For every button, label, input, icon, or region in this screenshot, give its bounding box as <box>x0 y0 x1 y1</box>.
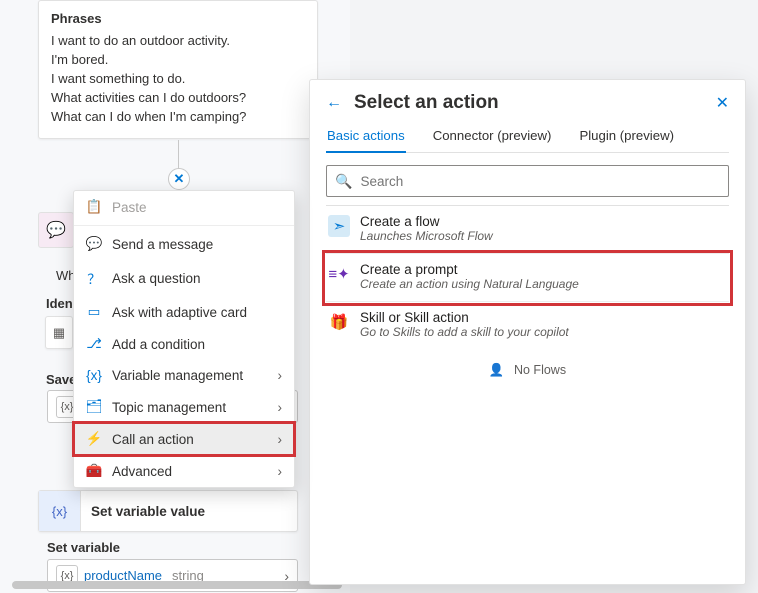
divider <box>74 225 294 226</box>
empty-state: 👤 No Flows <box>326 363 729 378</box>
action-create-prompt[interactable]: ≡✦ Create a prompt Create an action usin… <box>326 254 729 302</box>
menu-label: Add a condition <box>112 337 205 352</box>
phrase-item: I'm bored. <box>51 50 305 69</box>
branch-icon: ⎇ <box>86 336 102 352</box>
set-variable-value-node[interactable]: {x} Set variable value <box>38 490 298 532</box>
topic-icon: 🗂 <box>86 399 102 415</box>
action-create-flow[interactable]: ➣ Create a flow Launches Microsoft Flow <box>326 206 729 254</box>
phrase-item: I want something to do. <box>51 69 305 88</box>
chevron-right-icon: › <box>278 400 283 415</box>
action-list: ➣ Create a flow Launches Microsoft Flow … <box>326 205 729 349</box>
menu-call-an-action[interactable]: ⚡ Call an action › <box>74 423 294 455</box>
chat-icon: 💬 <box>46 220 66 240</box>
entity-selector-stub[interactable]: ▦ <box>45 316 73 349</box>
search-box[interactable]: 🔍 <box>326 165 729 197</box>
search-icon: 🔍 <box>335 173 352 190</box>
action-skill[interactable]: 🎁 Skill or Skill action Go to Skills to … <box>326 302 729 349</box>
phrase-item: What activities can I do outdoors? <box>51 88 305 107</box>
select-action-panel: ← Select an action ✕ Basic actions Conne… <box>309 79 746 585</box>
menu-label: Send a message <box>112 237 213 252</box>
search-input[interactable] <box>360 174 720 189</box>
save-label: Save <box>46 372 76 387</box>
action-subtitle: Go to Skills to add a skill to your copi… <box>360 325 569 339</box>
set-variable-section-label: Set variable <box>47 540 307 555</box>
menu-paste: 📋 Paste <box>74 191 294 223</box>
menu-label: Ask a question <box>112 271 201 286</box>
prompt-icon: ≡✦ <box>328 263 350 285</box>
question-icon: ？ <box>86 268 102 288</box>
menu-variable-management[interactable]: {x} Variable management › <box>74 360 294 391</box>
close-button[interactable]: ✕ <box>716 93 729 113</box>
phrases-heading: Phrases <box>51 9 305 28</box>
phrase-item: What can I do when I'm camping? <box>51 107 305 126</box>
empty-state-text: No Flows <box>514 363 566 377</box>
canvas-area: Phrases I want to do an outdoor activity… <box>0 0 350 593</box>
horizontal-scrollbar[interactable] <box>12 581 342 589</box>
connector-line <box>178 140 179 170</box>
action-title: Create a prompt <box>360 262 579 277</box>
tab-basic-actions[interactable]: Basic actions <box>326 128 406 153</box>
panel-title: Select an action <box>354 92 704 114</box>
variable-icon: {x} <box>86 368 102 383</box>
back-button[interactable]: ← <box>326 94 342 112</box>
person-icon: 👤 <box>489 363 505 377</box>
chat-icon: 💬 <box>86 236 102 252</box>
panel-tabs: Basic actions Connector (preview) Plugin… <box>326 128 729 153</box>
chevron-right-icon: › <box>278 368 283 383</box>
chevron-right-icon: › <box>278 432 283 447</box>
action-title: Create a flow <box>360 214 493 229</box>
variable-icon: {x} <box>39 491 81 531</box>
tab-connector-preview[interactable]: Connector (preview) <box>432 128 553 152</box>
menu-label: Call an action <box>112 432 194 447</box>
phrase-item: I want to do an outdoor activity. <box>51 31 305 50</box>
trigger-phrases-card[interactable]: Phrases I want to do an outdoor activity… <box>38 0 318 139</box>
panel-header: ← Select an action ✕ <box>326 92 729 114</box>
menu-topic-management[interactable]: 🗂 Topic management › <box>74 391 294 423</box>
add-node-button[interactable]: ✕ <box>168 168 190 190</box>
bolt-icon: ⚡ <box>86 431 102 447</box>
flow-icon: ➣ <box>328 215 350 237</box>
menu-add-condition[interactable]: ⎇ Add a condition <box>74 328 294 360</box>
card-icon: ▭ <box>86 304 102 320</box>
chevron-right-icon: › <box>278 464 283 479</box>
menu-ask-question[interactable]: ？ Ask a question <box>74 260 294 296</box>
paste-icon: 📋 <box>86 199 102 215</box>
action-subtitle: Launches Microsoft Flow <box>360 229 493 243</box>
node-title: Set variable value <box>81 504 215 519</box>
menu-label: Paste <box>112 200 147 215</box>
menu-send-message[interactable]: 💬 Send a message <box>74 228 294 260</box>
tab-plugin-preview[interactable]: Plugin (preview) <box>578 128 675 152</box>
menu-advanced[interactable]: 🧰 Advanced › <box>74 455 294 487</box>
add-node-context-menu: 📋 Paste 💬 Send a message ？ Ask a questio… <box>73 190 295 488</box>
close-icon: ✕ <box>174 171 185 187</box>
identify-label: Iden <box>46 296 73 311</box>
action-title: Skill or Skill action <box>360 310 569 325</box>
toolbox-icon: 🧰 <box>86 463 102 479</box>
menu-label: Variable management <box>112 368 243 383</box>
grid-icon: ▦ <box>53 325 65 341</box>
menu-label: Advanced <box>112 464 172 479</box>
action-subtitle: Create an action using Natural Language <box>360 277 579 291</box>
skill-icon: 🎁 <box>328 311 350 333</box>
menu-label: Topic management <box>112 400 226 415</box>
menu-ask-adaptive-card[interactable]: ▭ Ask with adaptive card <box>74 296 294 328</box>
menu-label: Ask with adaptive card <box>112 305 247 320</box>
message-node-icon-stub: 💬 <box>38 212 74 248</box>
